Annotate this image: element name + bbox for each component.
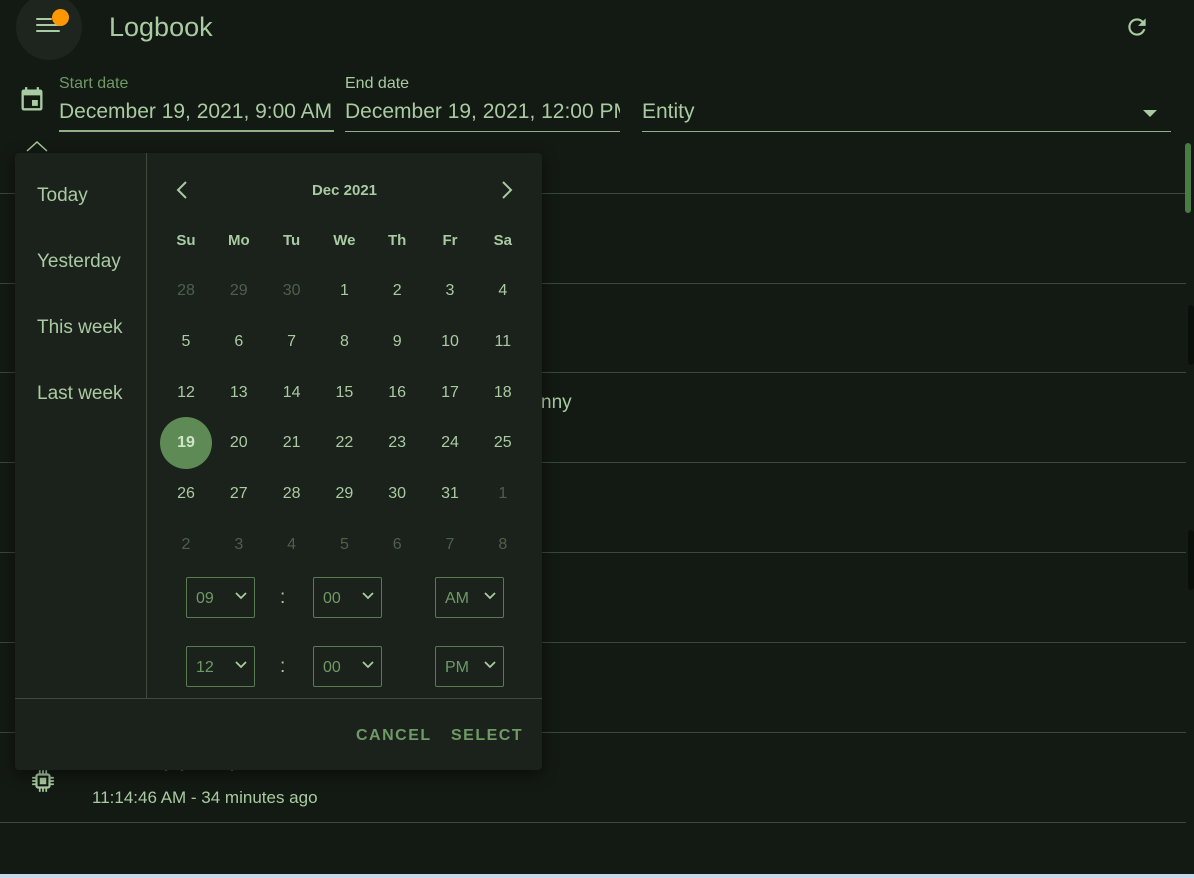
picker-pointer-icon (26, 140, 48, 152)
refresh-icon[interactable] (1124, 14, 1150, 40)
calendar-day[interactable]: 12 (160, 367, 212, 419)
picker-footer-divider (15, 698, 542, 699)
calendar-day[interactable]: 1 (318, 265, 370, 317)
start-hour-select[interactable]: 09 (186, 577, 255, 618)
window-bottom-edge (0, 874, 1194, 878)
weekday-label: Th (388, 232, 407, 249)
dropdown-arrow-icon[interactable] (1143, 110, 1157, 117)
calendar-day[interactable]: 26 (160, 468, 212, 520)
weekday-label: We (333, 232, 356, 249)
calendar-day[interactable]: 10 (424, 316, 476, 368)
weekday-label: Mo (227, 232, 250, 249)
calendar-day[interactable]: 5 (318, 519, 370, 571)
calendar-header: Dec 2021 (147, 153, 542, 223)
end-date-label: End date (345, 75, 410, 92)
calendar-day[interactable]: 25 (477, 417, 529, 469)
calendar-day[interactable]: 2 (371, 265, 423, 317)
calendar-day[interactable]: 11 (477, 316, 529, 368)
calendar-day[interactable]: 24 (424, 417, 476, 469)
logbook-page: Logbook Start date December 19, 2021, 9:… (0, 0, 1194, 878)
chip-icon (32, 770, 54, 792)
calendar-day[interactable]: 2 (160, 519, 212, 571)
calendar-day[interactable]: 29 (213, 265, 265, 317)
start-date-field[interactable]: Start date December 19, 2021, 9:00 AM (59, 74, 334, 132)
list-divider (0, 822, 1186, 823)
calendar-day[interactable]: 31 (424, 468, 476, 520)
month-label: Dec 2021 (311, 182, 378, 199)
page-title: Logbook (109, 12, 213, 42)
entry-timestamp: 11:14:46 AM - 34 minutes ago (92, 788, 318, 807)
range-last-week[interactable]: Last week (37, 383, 123, 405)
calendar-day[interactable]: 13 (213, 367, 265, 419)
calendar-day[interactable]: 23 (371, 417, 423, 469)
weekday-label: Sa (493, 232, 512, 249)
calendar-day[interactable]: 5 (160, 316, 212, 368)
calendar-day[interactable]: 9 (371, 316, 423, 368)
calendar-day[interactable]: 1 (477, 468, 529, 520)
end-minute-select[interactable]: 00 (313, 646, 382, 687)
start-ampm-select[interactable]: AM (435, 577, 504, 618)
calendar-day[interactable]: 30 (266, 265, 318, 317)
entity-placeholder: Entity (642, 100, 695, 123)
weekday-label: Fr (442, 232, 458, 249)
calendar-day[interactable]: 22 (318, 417, 370, 469)
calendar-day[interactable]: 15 (318, 367, 370, 419)
calendar-day[interactable]: 8 (318, 316, 370, 368)
calendar-day[interactable]: 21 (266, 417, 318, 469)
chevron-down-icon (235, 592, 247, 600)
calendar-day[interactable]: 7 (424, 519, 476, 571)
end-ampm-select[interactable]: PM (435, 646, 504, 687)
calendar-day[interactable]: 28 (160, 265, 212, 317)
calendar-day[interactable]: 14 (266, 367, 318, 419)
weekday-label: Tu (282, 232, 301, 249)
select-button[interactable]: SELECT (451, 727, 523, 745)
start-date-label: Start date (59, 75, 129, 92)
calendar-day[interactable]: 7 (266, 316, 318, 368)
calendar-day[interactable]: 4 (477, 265, 529, 317)
calendar-day[interactable]: 17 (424, 367, 476, 419)
calendar-day[interactable]: 6 (371, 519, 423, 571)
end-date-field[interactable]: End date December 19, 2021, 12:00 PM (345, 74, 620, 132)
range-this-week[interactable]: This week (37, 317, 123, 339)
date-range-picker: Today Yesterday This week Last week Dec … (15, 153, 542, 770)
calendar-day[interactable]: 16 (371, 367, 423, 419)
calendar-day[interactable]: 18 (477, 367, 529, 419)
entity-picker[interactable]: Entity (642, 74, 1171, 132)
calendar-day[interactable]: 20 (213, 417, 265, 469)
calendar-day[interactable]: 3 (424, 265, 476, 317)
chevron-right-icon[interactable] (495, 179, 517, 201)
weekday-label: Su (176, 232, 196, 249)
edge-shadow (1188, 530, 1194, 590)
calendar-day[interactable]: 27 (213, 468, 265, 520)
end-date-value: December 19, 2021, 12:00 PM (345, 100, 620, 123)
calendar-day[interactable]: 29 (318, 468, 370, 520)
notification-badge (52, 9, 69, 26)
chevron-down-icon (362, 592, 374, 600)
calendar-day[interactable]: 8 (477, 519, 529, 571)
list-item-text: nny (541, 392, 572, 413)
menu-button[interactable] (16, 0, 82, 60)
time-separator: : (280, 656, 286, 677)
chevron-down-icon (235, 661, 247, 669)
calendar-day[interactable]: 30 (371, 468, 423, 520)
start-minute-select[interactable]: 00 (313, 577, 382, 618)
chevron-down-icon (484, 592, 496, 600)
calendar-day[interactable]: 3 (213, 519, 265, 571)
range-yesterday[interactable]: Yesterday (37, 251, 121, 273)
end-hour-select[interactable]: 12 (186, 646, 255, 687)
calendar-day-selected[interactable]: 19 (160, 417, 212, 470)
chevron-down-icon (484, 661, 496, 669)
start-date-value: December 19, 2021, 9:00 AM (59, 100, 333, 123)
calendar-day[interactable]: 4 (266, 519, 318, 571)
calendar-day[interactable]: 28 (266, 468, 318, 520)
chevron-down-icon (362, 661, 374, 669)
time-separator: : (280, 587, 286, 608)
calendar-icon[interactable] (18, 86, 46, 114)
quick-ranges: Today Yesterday This week Last week (15, 153, 147, 698)
range-today[interactable]: Today (37, 185, 88, 207)
scrollbar-thumb[interactable] (1185, 143, 1191, 213)
calendar-day[interactable]: 6 (213, 316, 265, 368)
edge-shadow (1188, 305, 1194, 365)
cancel-button[interactable]: CANCEL (356, 727, 432, 745)
